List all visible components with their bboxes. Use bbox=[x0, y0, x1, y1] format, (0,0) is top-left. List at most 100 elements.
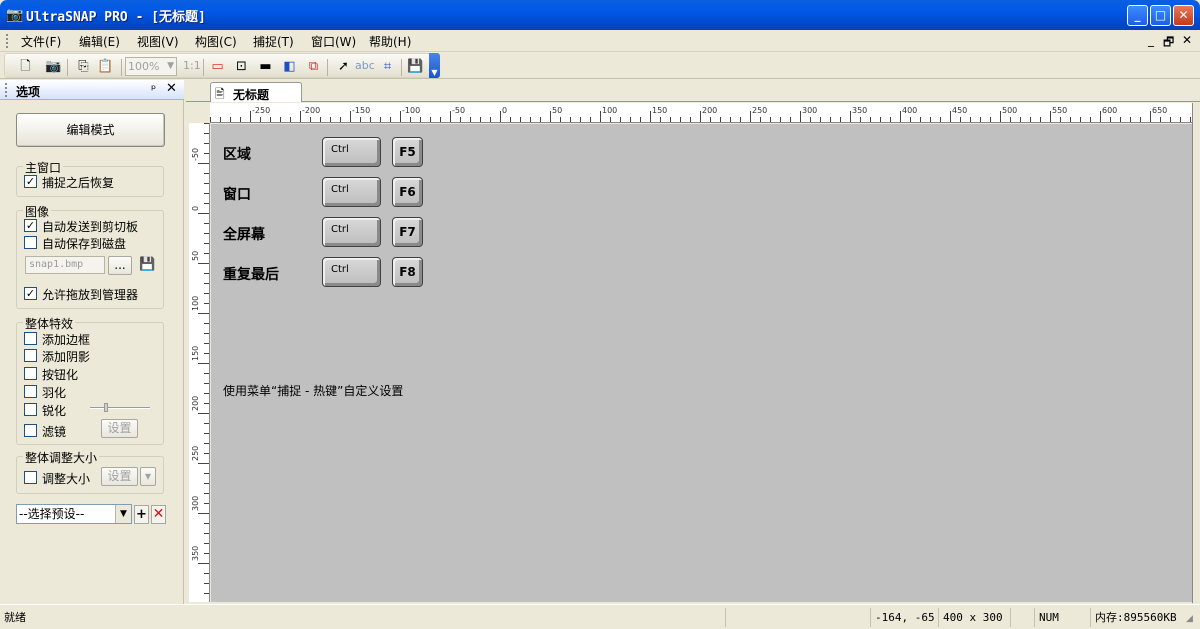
resize-checkbox[interactable] bbox=[24, 471, 37, 484]
browse-button[interactable]: ... bbox=[108, 256, 132, 275]
add-shadow-checkbox[interactable] bbox=[24, 349, 37, 362]
zoom-value: 100% bbox=[128, 60, 160, 73]
ruler-label: -50 bbox=[191, 148, 200, 161]
menubar-grip[interactable] bbox=[6, 34, 9, 48]
checkbox-label: 调整大小 bbox=[42, 472, 91, 486]
paste-icon[interactable]: 📋 bbox=[97, 59, 114, 75]
menu-edit[interactable]: 编辑(E) bbox=[79, 33, 120, 50]
panel-close-icon[interactable]: ✕ bbox=[166, 81, 177, 96]
status-bar: 就绪 -164, -65 400 x 300 NUM 内存:895560KB ◢ bbox=[0, 604, 1200, 629]
checkbox-label: 自动保存到磁盘 bbox=[42, 237, 127, 251]
ruler-label: 200 bbox=[191, 396, 200, 411]
status-text: 就绪 bbox=[4, 611, 26, 624]
buttonize-checkbox[interactable] bbox=[24, 367, 37, 380]
ruler-label: 200 bbox=[702, 106, 717, 115]
menu-window[interactable]: 窗口(W) bbox=[311, 33, 356, 50]
sharpen-checkbox[interactable] bbox=[24, 403, 37, 416]
title-bar: 📷 UltraSNAP PRO - [无标题] _ □ ✕ bbox=[0, 0, 1200, 30]
save-folder-icon[interactable]: 💾 bbox=[139, 257, 155, 272]
menu-view[interactable]: 视图(V) bbox=[137, 33, 179, 50]
filter-settings-button[interactable]: 设置 bbox=[101, 419, 138, 438]
panel-grip[interactable] bbox=[5, 83, 8, 97]
hotkey-label-fullscreen: 全屏幕 bbox=[223, 227, 265, 243]
auto-save-disk-checkbox[interactable] bbox=[24, 236, 37, 249]
ruler-label: 50 bbox=[552, 106, 562, 115]
ruler-label: 150 bbox=[191, 346, 200, 361]
capture-tool-icon[interactable]: 📷 bbox=[45, 59, 62, 75]
preset-select[interactable]: --选择预设-- ▼ bbox=[16, 504, 132, 524]
pin-icon[interactable]: ᵖ bbox=[151, 82, 156, 96]
tab-label: 无标题 bbox=[233, 88, 270, 102]
minimize-button[interactable]: _ bbox=[1127, 5, 1148, 26]
mdi-close-button[interactable]: ✕ bbox=[1182, 33, 1192, 47]
region-capture-icon[interactable]: ▭ bbox=[209, 59, 226, 75]
toolbar-separator bbox=[327, 59, 328, 76]
menu-compose[interactable]: 构图(C) bbox=[195, 33, 237, 50]
actual-size-button[interactable]: 1:1 bbox=[183, 59, 201, 72]
panel-header: 选项 ᵖ ✕ bbox=[0, 80, 184, 100]
hotkey-function-key: F5 bbox=[392, 137, 423, 167]
maximize-button[interactable]: □ bbox=[1150, 5, 1171, 26]
text-tool-button[interactable]: abc bbox=[355, 59, 375, 72]
auto-send-clipboard-checkbox[interactable]: ✓ bbox=[24, 219, 37, 232]
filename-field[interactable]: snap1.bmp bbox=[25, 256, 105, 274]
hotkey-function-key: F8 bbox=[392, 257, 423, 287]
mdi-restore-button[interactable]: 🗗 bbox=[1163, 33, 1174, 54]
checkbox-label: 自动发送到剪切板 bbox=[42, 220, 139, 234]
edit-mode-button[interactable]: 编辑模式 bbox=[16, 113, 165, 147]
restore-after-capture-checkbox[interactable]: ✓ bbox=[24, 175, 37, 188]
toolbar-separator bbox=[121, 59, 122, 76]
filter-checkbox[interactable] bbox=[24, 424, 37, 437]
zoom-region-icon[interactable]: ⊡ bbox=[233, 59, 250, 75]
toolbar-separator bbox=[203, 59, 204, 76]
hotkey-label-window: 窗口 bbox=[223, 187, 251, 203]
crop-icon[interactable]: ⌗ bbox=[379, 59, 396, 75]
resize-settings-button[interactable]: 设置 bbox=[101, 467, 138, 486]
add-preset-button[interactable]: + bbox=[134, 505, 149, 524]
checkbox-label: 添加边框 bbox=[42, 333, 91, 347]
toolbar-overflow-chevron-icon[interactable]: ▼ bbox=[429, 53, 440, 78]
resize-settings-dropdown[interactable]: ▾ bbox=[140, 467, 156, 486]
tab-untitled[interactable]: 🖹 无标题 bbox=[210, 82, 302, 102]
zoom-select[interactable]: 100% ▼ bbox=[125, 57, 177, 76]
object-capture-icon[interactable]: ◧ bbox=[281, 59, 298, 75]
ruler-label: 400 bbox=[902, 106, 917, 115]
status-panel-empty bbox=[1010, 608, 1034, 627]
checkbox-label: 允许拖放到管理器 bbox=[42, 288, 139, 302]
pointer-icon[interactable]: ➚ bbox=[335, 59, 352, 75]
window-capture-icon[interactable]: ▬ bbox=[257, 59, 274, 75]
slider-thumb[interactable] bbox=[104, 403, 108, 412]
close-button[interactable]: ✕ bbox=[1173, 5, 1194, 26]
capture-canvas[interactable]: 区域 Ctrl F5 窗口 Ctrl F6 全屏幕 Ctrl F7 重复最后 C… bbox=[211, 124, 1192, 602]
sharpen-slider[interactable] bbox=[90, 403, 150, 412]
copy-icon[interactable]: ⎘ bbox=[75, 59, 92, 75]
toolbar-separator bbox=[67, 59, 68, 76]
menu-capture[interactable]: 捕捉(T) bbox=[253, 33, 294, 50]
mdi-minimize-button[interactable]: _ bbox=[1148, 33, 1154, 47]
ruler-label: 50 bbox=[191, 251, 200, 261]
chevron-down-icon: ▼ bbox=[167, 61, 174, 71]
hotkey-modifier-key: Ctrl bbox=[322, 177, 381, 207]
remove-preset-button[interactable]: ✕ bbox=[151, 505, 166, 524]
hotkey-function-key: F7 bbox=[392, 217, 423, 247]
ruler-label: 0 bbox=[191, 206, 200, 211]
ruler-label: 350 bbox=[852, 106, 867, 115]
ruler-label: 600 bbox=[1102, 106, 1117, 115]
resize-grip-icon[interactable]: ◢ bbox=[1186, 613, 1198, 625]
ruler-label: -250 bbox=[252, 106, 270, 115]
feather-checkbox[interactable] bbox=[24, 385, 37, 398]
allow-drag-manager-checkbox[interactable]: ✓ bbox=[24, 287, 37, 300]
menu-help[interactable]: 帮助(H) bbox=[369, 33, 411, 50]
menu-file[interactable]: 文件(F) bbox=[21, 33, 61, 50]
ruler-label: 100 bbox=[602, 106, 617, 115]
save-icon[interactable]: 💾 bbox=[407, 59, 424, 75]
checkbox-label: 锐化 bbox=[42, 404, 67, 418]
repeat-capture-icon[interactable]: ⧉ bbox=[305, 59, 322, 75]
menu-bar: 文件(F) 编辑(E) 视图(V) 构图(C) 捕捉(T) 窗口(W) 帮助(H… bbox=[0, 30, 1200, 52]
horizontal-ruler-ticks: -250 -200 -150 -100 -50 0 50 100 150 200 250 300 350… bbox=[210, 106, 1191, 122]
ruler-label: 450 bbox=[952, 106, 967, 115]
add-border-checkbox[interactable] bbox=[24, 332, 37, 345]
vertical-ruler: -50 0 50 100 150 200 250 300 350 bbox=[189, 123, 210, 602]
ruler-label: -200 bbox=[302, 106, 320, 115]
new-file-icon[interactable]: 🗋 bbox=[17, 59, 34, 75]
